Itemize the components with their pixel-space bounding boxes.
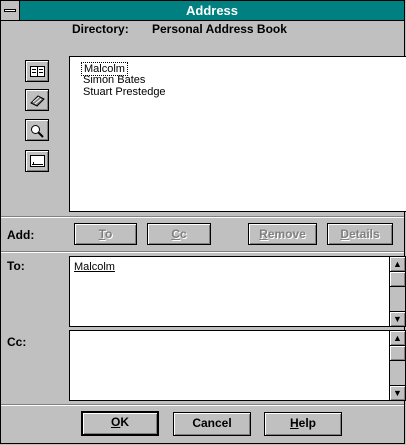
address-book-button[interactable] [25, 60, 49, 82]
add-cc-button[interactable]: Cc [147, 223, 211, 245]
details-button[interactable]: Details [327, 223, 393, 245]
list-item-stuart-prestedge[interactable]: Stuart Prestedge [83, 86, 166, 98]
system-menu-icon [4, 9, 16, 12]
help-button[interactable]: Help [264, 412, 342, 436]
add-label: Add: [7, 228, 35, 242]
ok-button[interactable]: OK [81, 411, 159, 436]
new-entry-icon [30, 155, 45, 167]
to-label: To: [7, 259, 25, 273]
list-item-simon-bates[interactable]: Simon Bates [83, 74, 145, 86]
title-bar[interactable]: Address [1, 1, 404, 21]
directory-button[interactable] [25, 89, 49, 111]
scroll-up-arrow-icon[interactable]: ▲ [390, 331, 405, 346]
address-list[interactable]: Malcolm Simon Bates Stuart Prestedge [69, 56, 406, 212]
scroll-thumb[interactable] [390, 272, 405, 287]
system-menu-button[interactable] [1, 1, 20, 20]
address-dialog: Address Directory: Personal Address Book [0, 0, 406, 444]
add-to-button[interactable]: To [74, 223, 137, 245]
window-title: Address [185, 3, 239, 18]
directory-icon [30, 95, 45, 107]
separator [1, 216, 404, 218]
cc-label: Cc: [7, 335, 27, 349]
search-button[interactable] [25, 119, 49, 141]
search-icon [31, 125, 44, 138]
new-entry-button[interactable] [25, 150, 49, 172]
directory-name[interactable]: Personal Address Book [152, 22, 287, 36]
separator [1, 404, 404, 406]
scroll-down-arrow-icon[interactable]: ▼ [390, 311, 405, 326]
separator [1, 251, 404, 253]
to-recipient[interactable]: Malcolm [74, 261, 115, 273]
cancel-button[interactable]: Cancel [173, 412, 251, 436]
address-book-icon [30, 66, 45, 77]
cc-scrollbar[interactable]: ▲ ▼ [390, 330, 406, 401]
cc-field[interactable] [69, 330, 390, 401]
scroll-down-arrow-icon[interactable]: ▼ [390, 385, 405, 400]
to-scrollbar[interactable]: ▲ ▼ [390, 256, 406, 327]
directory-label: Directory: [72, 22, 129, 36]
scroll-up-arrow-icon[interactable]: ▲ [390, 257, 405, 272]
remove-button[interactable]: Remove [248, 223, 317, 245]
scroll-thumb[interactable] [390, 346, 405, 361]
to-field[interactable]: Malcolm [69, 256, 390, 327]
